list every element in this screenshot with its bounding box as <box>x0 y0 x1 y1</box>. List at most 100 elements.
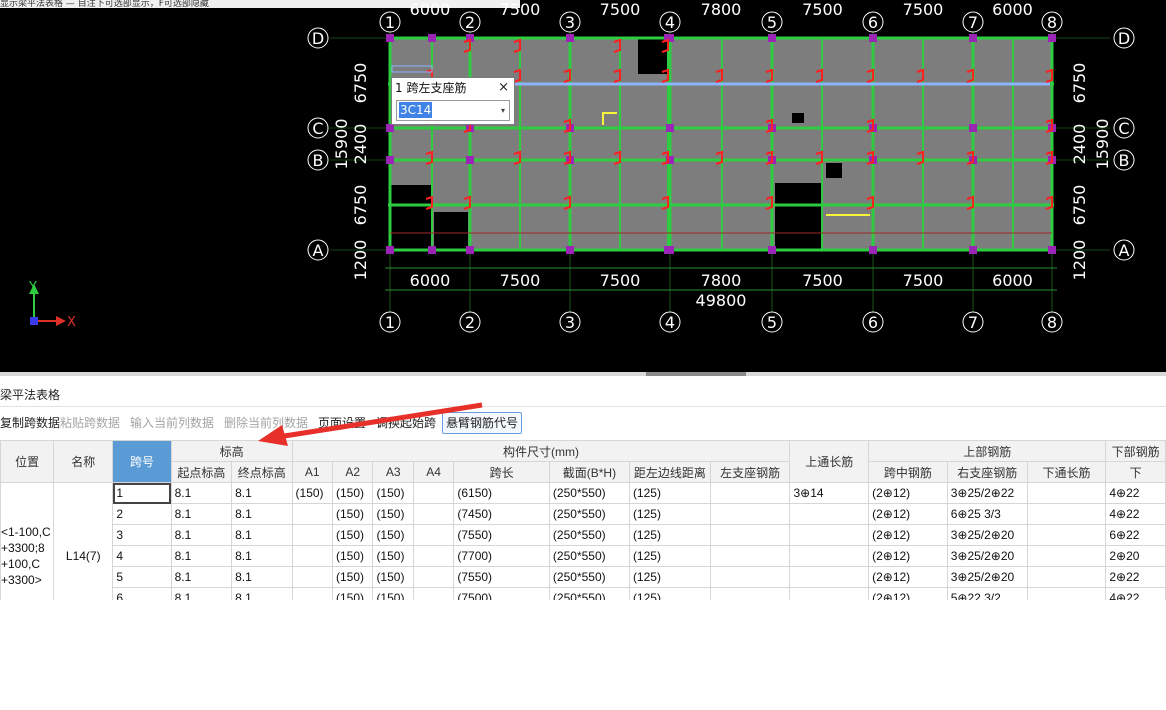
cell-sec[interactable]: (250*550) <box>548 545 630 567</box>
col-bottom-through[interactable]: 下通长筋 <box>1026 461 1107 483</box>
splitter-grip[interactable] <box>646 372 746 376</box>
cell-mid[interactable]: (2⊕12) <box>868 482 948 504</box>
cell-bnext[interactable]: 6⊕22 <box>1105 524 1166 546</box>
cell-left[interactable] <box>789 524 870 546</box>
beam-table-container[interactable]: 位置 名称 跨号 标高 构件尺寸(mm) 上通长筋 上部钢筋 下部钢筋 起点标高… <box>0 440 1166 600</box>
cell-right[interactable]: 5⊕22 3/2 <box>946 587 1028 600</box>
cell-start[interactable]: 8.1 <box>170 587 233 600</box>
cell-end[interactable]: 8.1 <box>231 503 293 525</box>
cell-a2[interactable]: (150) <box>331 503 374 525</box>
cell-a2[interactable]: (150) <box>331 482 374 504</box>
cell-right[interactable]: 3⊕25/2⊕20 <box>946 566 1028 588</box>
cell-top[interactable] <box>709 524 791 546</box>
cell-span[interactable]: 4 <box>112 545 172 567</box>
name-cell[interactable]: L14(7) <box>53 482 114 600</box>
cell-a2[interactable]: (150) <box>331 566 374 588</box>
splitter[interactable] <box>0 372 1166 376</box>
cell-a1[interactable] <box>291 545 333 567</box>
cell-a1[interactable] <box>291 587 333 600</box>
cell-dist[interactable]: (125) <box>628 503 711 525</box>
cell-left[interactable] <box>789 545 870 567</box>
cell-a3[interactable]: (150) <box>372 503 414 525</box>
col-a2[interactable]: A2 <box>331 461 374 483</box>
col-section[interactable]: 截面(B*H) <box>548 461 630 483</box>
cell-a2[interactable]: (150) <box>331 587 374 600</box>
cell-a4[interactable] <box>412 545 455 567</box>
cell-end[interactable]: 8.1 <box>231 482 293 504</box>
cell-a3[interactable]: (150) <box>372 545 414 567</box>
cell-a2[interactable]: (150) <box>331 545 374 567</box>
cell-a4[interactable] <box>412 503 455 525</box>
cell-a3[interactable]: (150) <box>372 482 414 504</box>
cell-start[interactable]: 8.1 <box>170 545 233 567</box>
cell-bthru[interactable] <box>1026 482 1107 504</box>
col-left-seat[interactable]: 左支座钢筋 <box>709 461 791 483</box>
cell-bnext[interactable]: 4⊕22 <box>1105 587 1166 600</box>
cell-left[interactable]: 3⊕14 <box>789 482 870 504</box>
cell-span[interactable]: 1 <box>112 482 172 504</box>
delete-column-button[interactable]: 删除当前列数据 <box>224 413 308 433</box>
cell-len[interactable]: (7450) <box>453 503 550 525</box>
cell-a1[interactable] <box>291 503 333 525</box>
cell-span[interactable]: 2 <box>112 503 172 525</box>
cell-bnext[interactable]: 2⊕20 <box>1105 545 1166 567</box>
cell-end[interactable]: 8.1 <box>231 587 293 600</box>
cell-right[interactable]: 3⊕25/2⊕22 <box>946 482 1028 504</box>
cell-bthru[interactable] <box>1026 545 1107 567</box>
col-a3[interactable]: A3 <box>372 461 414 483</box>
cell-len[interactable]: (7550) <box>453 566 550 588</box>
col-top-through[interactable]: 上通长筋 <box>789 440 870 483</box>
col-position[interactable]: 位置 <box>0 440 55 483</box>
cell-top[interactable] <box>709 587 791 600</box>
cell-bthru[interactable] <box>1026 587 1107 600</box>
cell-dist[interactable]: (125) <box>628 482 711 504</box>
cell-top[interactable] <box>709 503 791 525</box>
page-setup-button[interactable]: 页面设置 <box>318 413 366 433</box>
cell-a4[interactable] <box>412 482 455 504</box>
cell-start[interactable]: 8.1 <box>170 482 233 504</box>
cell-dist[interactable]: (125) <box>628 566 711 588</box>
cell-bthru[interactable] <box>1026 566 1107 588</box>
cell-bnext[interactable]: 2⊕22 <box>1105 566 1166 588</box>
cell-span[interactable]: 5 <box>112 566 172 588</box>
cell-sec[interactable]: (250*550) <box>548 566 630 588</box>
col-mid-span[interactable]: 跨中钢筋 <box>868 461 948 483</box>
cell-left[interactable] <box>789 587 870 600</box>
col-bottom-next[interactable]: 下 <box>1105 461 1166 483</box>
cell-mid[interactable]: (2⊕12) <box>868 545 948 567</box>
cell-top[interactable] <box>709 566 791 588</box>
cell-top[interactable] <box>709 482 791 504</box>
cell-mid[interactable]: (2⊕12) <box>868 524 948 546</box>
rebar-value-input[interactable]: 3C14 ▾ <box>396 100 510 121</box>
cell-left[interactable] <box>789 566 870 588</box>
cell-a3[interactable]: (150) <box>372 524 414 546</box>
cell-len[interactable]: (6150) <box>453 482 550 504</box>
cell-end[interactable]: 8.1 <box>231 545 293 567</box>
cell-a4[interactable] <box>412 524 455 546</box>
col-a1[interactable]: A1 <box>291 461 333 483</box>
cell-mid[interactable]: (2⊕12) <box>868 503 948 525</box>
cell-len[interactable]: (7700) <box>453 545 550 567</box>
cell-left[interactable] <box>789 503 870 525</box>
cell-right[interactable]: 3⊕25/2⊕20 <box>946 545 1028 567</box>
cell-end[interactable]: 8.1 <box>231 566 293 588</box>
cell-a1[interactable] <box>291 524 333 546</box>
cell-dist[interactable]: (125) <box>628 545 711 567</box>
copy-span-button[interactable]: 复制跨数据 <box>0 413 60 433</box>
cell-sec[interactable]: (250*550) <box>548 524 630 546</box>
cell-end[interactable]: 8.1 <box>231 524 293 546</box>
col-span-len[interactable]: 跨长 <box>453 461 550 483</box>
cell-sec[interactable]: (250*550) <box>548 482 630 504</box>
cell-bthru[interactable] <box>1026 503 1107 525</box>
cell-a1[interactable] <box>291 566 333 588</box>
cell-len[interactable]: (7550) <box>453 524 550 546</box>
chevron-down-icon[interactable]: ▾ <box>501 101 505 120</box>
col-name[interactable]: 名称 <box>53 440 114 483</box>
col-right-seat[interactable]: 右支座钢筋 <box>946 461 1028 483</box>
cell-bthru[interactable] <box>1026 524 1107 546</box>
close-icon[interactable]: × <box>498 78 509 98</box>
cell-start[interactable]: 8.1 <box>170 524 233 546</box>
cell-a1[interactable]: (150) <box>291 482 333 504</box>
cell-top[interactable] <box>709 545 791 567</box>
rebar-edit-popup[interactable]: 1 跨左支座筋 × 3C14 ▾ <box>391 77 515 125</box>
